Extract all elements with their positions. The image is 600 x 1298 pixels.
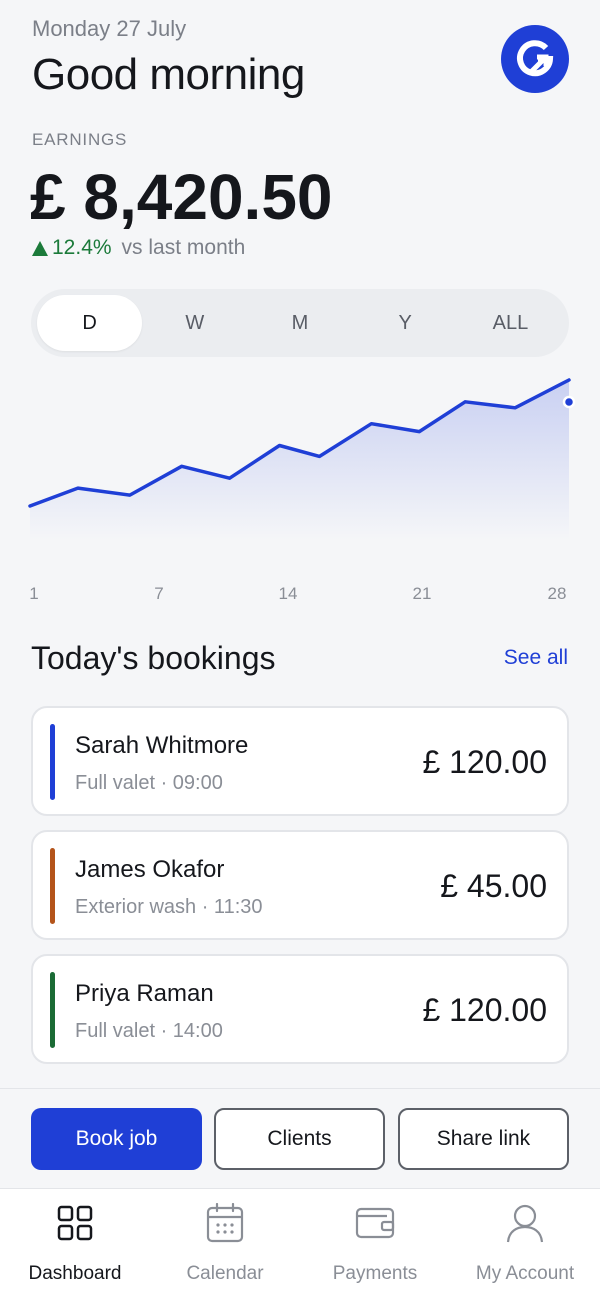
booking-client-name: Priya Raman [75, 980, 214, 1007]
chart-point [562, 395, 576, 409]
x-tick-label: 14 [279, 584, 298, 603]
g-arrow-logo-icon [517, 40, 554, 77]
tab-label: Dashboard [28, 1263, 122, 1284]
app-logo[interactable] [501, 25, 569, 93]
tab-dashboard[interactable]: Dashboard [0, 1189, 150, 1298]
x-tick-label: 28 [548, 584, 567, 603]
range-option-y[interactable]: Y [353, 295, 458, 351]
action-bar: Book job Clients Share link [0, 1088, 600, 1188]
booking-client-name: James Okafor [75, 856, 225, 883]
booking-amount: £ 120.00 [422, 992, 547, 1028]
trend-up-icon [32, 240, 48, 256]
grid-icon [55, 1203, 95, 1243]
booking-color-bar [50, 972, 55, 1048]
range-option-m[interactable]: M [247, 295, 352, 351]
range-option-d[interactable]: D [37, 295, 143, 351]
book-job-button[interactable]: Book job [31, 1108, 202, 1170]
tab-label: My Account [475, 1263, 575, 1284]
share-link-button[interactable]: Share link [398, 1108, 569, 1170]
tab-calendar[interactable]: Calendar [150, 1189, 300, 1298]
range-option-w[interactable]: W [142, 295, 247, 351]
booking-service-time: Full valet · 09:00 [75, 772, 223, 794]
calendar-icon [205, 1203, 245, 1243]
booking-color-bar [50, 848, 55, 924]
x-tick-label: 7 [154, 584, 163, 603]
booking-client-name: Sarah Whitmore [75, 732, 249, 759]
tab-payments[interactable]: Payments [300, 1189, 450, 1298]
booking-color-bar [50, 724, 55, 800]
range-selector: D W M Y ALL [31, 289, 569, 357]
see-all-link[interactable]: See all [504, 646, 568, 670]
earnings-change: 12.4% vs last month [32, 236, 245, 260]
earnings-chart: 1 7 14 21 28 [0, 360, 600, 610]
bookings-title: Today's bookings [31, 640, 276, 676]
booking-card[interactable]: James Okafor Exterior wash · 11:30 £ 45.… [31, 830, 569, 940]
earnings-value: £ 8,420.50 [30, 161, 333, 233]
greeting-title: Good morning [32, 50, 305, 99]
change-percent: 12.4% [52, 236, 112, 259]
range-option-all[interactable]: ALL [458, 295, 563, 351]
bottom-tab-bar: Dashboard Calendar Payments My Account [0, 1188, 600, 1298]
booking-amount: £ 120.00 [422, 744, 547, 780]
earnings-label: EARNINGS [32, 130, 128, 149]
booking-card[interactable]: Sarah Whitmore Full valet · 09:00 £ 120.… [31, 706, 569, 816]
bookings-list: Sarah Whitmore Full valet · 09:00 £ 120.… [31, 706, 569, 1078]
wallet-icon [355, 1203, 395, 1243]
booking-card[interactable]: Priya Raman Full valet · 14:00 £ 120.00 [31, 954, 569, 1064]
x-tick-label: 21 [413, 584, 432, 603]
earnings-chart-svg: 1 7 14 21 28 [28, 378, 576, 603]
person-icon [505, 1203, 545, 1243]
booking-amount: £ 45.00 [440, 868, 547, 904]
tab-label: Payments [332, 1263, 418, 1284]
booking-service-time: Full valet · 14:00 [75, 1020, 223, 1042]
date-label: Monday 27 July [32, 16, 187, 41]
clients-button[interactable]: Clients [214, 1108, 385, 1170]
change-suffix: vs last month [121, 236, 246, 259]
x-tick-label: 1 [29, 584, 38, 603]
booking-service-time: Exterior wash · 11:30 [75, 896, 263, 918]
tab-label: Calendar [186, 1263, 264, 1284]
tab-my-account[interactable]: My Account [450, 1189, 600, 1298]
